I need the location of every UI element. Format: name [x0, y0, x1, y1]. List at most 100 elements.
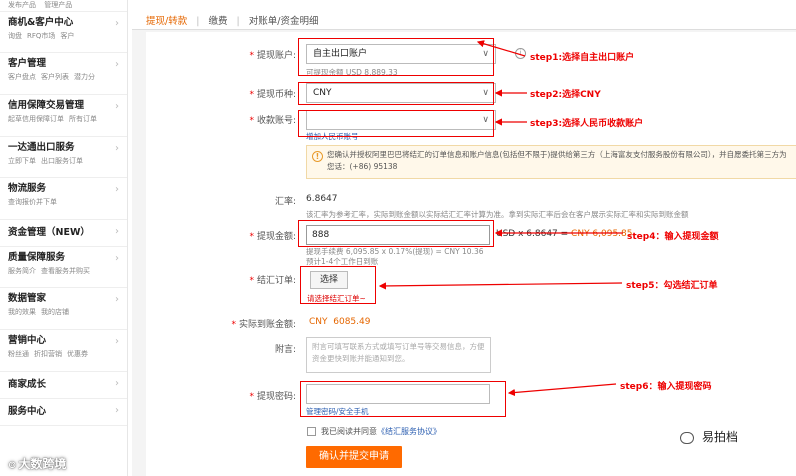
- sidebar-section-links: 我的效果 我的店铺: [8, 306, 119, 318]
- sidebar-section[interactable]: 数据管家 我的效果 我的店铺 ›: [0, 288, 127, 330]
- sidebar-section[interactable]: 物流服务查询报价并下单 ›: [0, 178, 127, 220]
- tab-bar: 提现/转款 | 缴费 | 对账单/资金明细: [132, 0, 796, 30]
- order-label: * 结汇订单:: [249, 276, 296, 286]
- sidebar-section-links: 查询报价并下单: [8, 196, 119, 208]
- info-icon[interactable]: i: [515, 48, 526, 59]
- chevron-right-icon: ›: [115, 405, 119, 416]
- sidebar-sub-link[interactable]: 立即下单: [8, 157, 36, 165]
- sidebar-sub-link[interactable]: 潜力分: [74, 73, 95, 81]
- sidebar-sub-link[interactable]: 出口服务订单: [41, 157, 83, 165]
- sidebar-section-title[interactable]: 物流服务: [8, 182, 119, 196]
- amount-label: * 提现金额:: [249, 232, 296, 242]
- sidebar-section[interactable]: 质量保障服务 服务简介 查看服务并购买 ›: [0, 247, 127, 288]
- sidebar-section-title[interactable]: 客户管理: [8, 57, 119, 71]
- chevron-right-icon: ›: [115, 143, 119, 154]
- sidebar-section-title[interactable]: 商家成长: [8, 378, 119, 392]
- receive-account-label: * 收款账号:: [249, 116, 296, 126]
- sidebar-section-title[interactable]: 数据管家: [8, 292, 119, 306]
- actual-amount-value: CNY 6085.49: [309, 317, 371, 327]
- sidebar-sub-link[interactable]: 折扣营销: [34, 350, 62, 358]
- sidebar-section[interactable]: 营销中心 粉丝通 折扣营销 优惠券 ›: [0, 330, 127, 372]
- sidebar-sub-link[interactable]: 查看服务并购买: [41, 267, 90, 275]
- rate-label: 汇率:: [274, 197, 296, 207]
- sidebar-section[interactable]: 商家成长 ›: [0, 372, 127, 399]
- annotation-box-step5: [300, 266, 376, 304]
- sidebar-sub-link[interactable]: 询盘: [8, 32, 22, 40]
- sidebar-sub-link[interactable]: 粉丝通: [8, 350, 29, 358]
- sidebar-sub-link[interactable]: 起草信用保障订单: [8, 115, 64, 123]
- tab-statement[interactable]: 对账单/资金明细: [249, 13, 319, 27]
- sidebar-sub-link[interactable]: 优惠券: [67, 350, 88, 358]
- sidebar-section-links: 起草信用保障订单 所有订单: [8, 113, 119, 125]
- sidebar-section-title[interactable]: 质量保障服务: [8, 251, 119, 265]
- sidebar-section-title[interactable]: 一达通出口服务: [8, 141, 119, 155]
- tab-payment[interactable]: 缴费: [208, 13, 227, 27]
- agreement-link[interactable]: 《结汇服务协议》: [377, 427, 441, 436]
- annotation-step3: step3:选择人民币收款账户: [530, 119, 644, 129]
- sidebar-section-links: 服务简介 查看服务并购买: [8, 265, 119, 277]
- warning-icon: !: [312, 151, 323, 162]
- sidebar-sub-link[interactable]: 查询报价并下单: [8, 198, 57, 206]
- sidebar-section-title[interactable]: 商机&客户中心: [8, 16, 119, 30]
- sidebar-section[interactable]: 一达通出口服务 立即下单 出口服务订单 ›: [0, 137, 127, 178]
- chevron-right-icon: ›: [115, 18, 119, 29]
- sidebar-section[interactable]: 服务中心 ›: [0, 399, 127, 426]
- chevron-right-icon: ›: [115, 378, 119, 389]
- sidebar-sub-link[interactable]: 所有订单: [69, 115, 97, 123]
- notice-text: 您确认并授权阿里巴巴将结汇的订单信息和账户信息(包括但不限于)提供给第三方（上海…: [327, 150, 787, 171]
- annotation-step1: step1:选择自主出口账户: [530, 53, 635, 63]
- sidebar-section-title[interactable]: 营销中心: [8, 334, 119, 348]
- annotation-step2: step2:选择CNY: [530, 90, 601, 100]
- note-label: 附言:: [274, 345, 296, 355]
- sidebar-sub-link[interactable]: 客户: [60, 32, 74, 40]
- authorization-notice: ! 您确认并授权阿里巴巴将结汇的订单信息和账户信息(包括但不限于)提供给第三方（…: [306, 145, 796, 179]
- sidebar-link-manage[interactable]: 管理产品: [44, 1, 72, 9]
- sidebar-sub-link[interactable]: 我的效果: [8, 308, 36, 316]
- sidebar-section-title[interactable]: 资金管理（NEW）: [8, 226, 119, 240]
- sidebar-sub-link[interactable]: 服务简介: [8, 267, 36, 275]
- sidebar-section-links: 粉丝通 折扣营销 优惠券: [8, 348, 119, 360]
- sidebar-sub-link[interactable]: 客户盘点: [8, 73, 36, 81]
- amount-calculation: USD x 6.8647 = CNY 6,095.85: [496, 229, 633, 239]
- chevron-right-icon: ›: [115, 59, 119, 70]
- agree-text: 我已阅读并同意《结汇服务协议》: [321, 427, 441, 436]
- annotation-box-step2: [298, 82, 494, 105]
- annotation-step6: step6：输入提现密码: [620, 382, 712, 392]
- sidebar-section-links: 立即下单 出口服务订单: [8, 155, 119, 167]
- sidebar-section[interactable]: 信用保障交易管理 起草信用保障订单 所有订单 ›: [0, 95, 127, 137]
- annotation-box-step1: [298, 38, 494, 76]
- sidebar-sub-link[interactable]: RFQ市场: [27, 32, 55, 40]
- chevron-right-icon: ›: [115, 336, 119, 347]
- agree-checkbox[interactable]: [307, 427, 316, 436]
- sidebar: 发布产品 管理产品 商机&客户中心 询盘 RFQ市场 客户 › 客户管理 客户盘点 客户列表潜…: [0, 0, 128, 476]
- annotation-box-step4: [298, 220, 494, 247]
- sidebar-sub-link[interactable]: 客户列表: [41, 73, 69, 81]
- sidebar-link-publish[interactable]: 发布产品: [8, 1, 36, 9]
- sidebar-section[interactable]: 客户管理 客户盘点 客户列表 潜力分 ›: [0, 53, 127, 95]
- account-label: * 提现账户:: [249, 51, 296, 61]
- chevron-right-icon: ›: [115, 253, 119, 264]
- sidebar-section-title[interactable]: 服务中心: [8, 405, 119, 419]
- note-textarea[interactable]: 附言可填写联系方式或填写订单号等交易信息，方便资金更快到账并能通知到您。: [306, 337, 491, 373]
- rate-value: 6.8647: [306, 194, 338, 204]
- sidebar-section[interactable]: 资金管理（NEW） ›: [0, 220, 127, 247]
- sidebar-section[interactable]: 商机&客户中心询盘 RFQ市场 客户 ›: [0, 12, 127, 53]
- submit-button[interactable]: 确认并提交申请: [306, 446, 402, 468]
- chevron-right-icon: ›: [115, 101, 119, 112]
- wechat-icon: [680, 431, 694, 444]
- sidebar-section-links: 客户盘点 客户列表 潜力分: [8, 71, 119, 83]
- sidebar-section-links: 询盘 RFQ市场 客户: [8, 30, 119, 42]
- rate-hint: 该汇率为参考汇率，实际到账金额以实际结汇汇率计算为准。拿到实际汇率后会在客户展示…: [306, 210, 689, 219]
- chevron-right-icon: ›: [115, 184, 119, 195]
- amount-calc-result: CNY 6,095.85: [571, 229, 633, 239]
- sidebar-top-links: 发布产品 管理产品: [0, 0, 127, 12]
- watermark-right: 易拍档: [680, 428, 738, 445]
- annotation-box-step6: [300, 381, 506, 417]
- annotation-step5: step5：勾选结汇订单: [626, 281, 718, 291]
- annotation-box-step3: [298, 110, 494, 137]
- sidebar-section-title[interactable]: 信用保障交易管理: [8, 99, 119, 113]
- annotation-step4: step4：输入提现金额: [627, 232, 719, 242]
- actual-amount-label: * 实际到账金额:: [231, 320, 296, 330]
- tab-withdraw[interactable]: 提现/转款: [146, 13, 187, 27]
- sidebar-sub-link[interactable]: 我的店铺: [41, 308, 69, 316]
